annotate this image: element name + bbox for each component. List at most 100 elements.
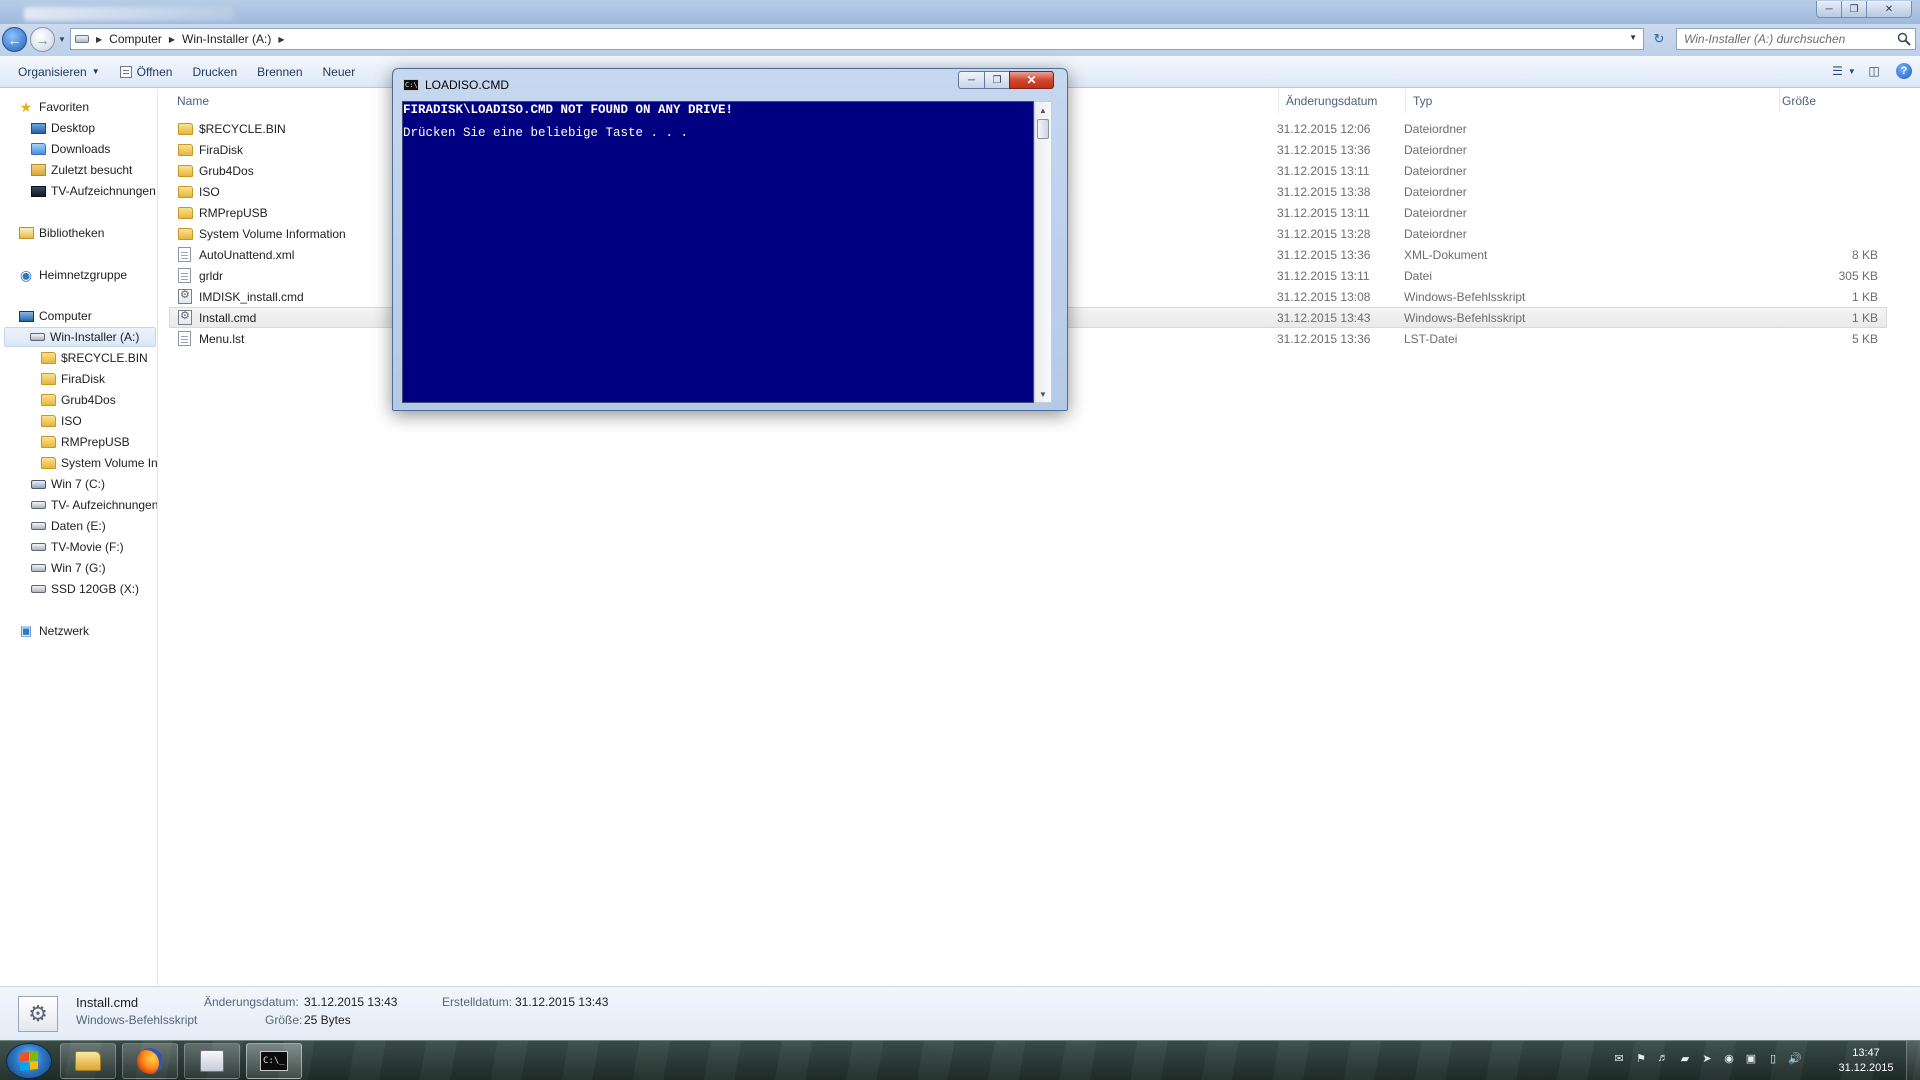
taskbar-cmd[interactable]: C:\_ bbox=[246, 1043, 302, 1079]
file-date: 31.12.2015 13:11 bbox=[1277, 206, 1370, 220]
nav-favorites[interactable]: ★ Favoriten bbox=[18, 97, 89, 117]
nav-drive-x[interactable]: SSD 120GB (X:) bbox=[30, 579, 139, 599]
column-divider[interactable] bbox=[1405, 89, 1406, 113]
new-folder-label: Neuer bbox=[322, 64, 356, 79]
file-type: XML-Dokument bbox=[1404, 248, 1488, 262]
back-button[interactable]: ← bbox=[2, 27, 27, 52]
nav-a-system-volume[interactable]: System Volume In bbox=[40, 453, 157, 473]
taskbar-explorer[interactable] bbox=[60, 1043, 116, 1079]
print-button[interactable]: Drucken bbox=[182, 65, 247, 79]
file-name: grldr bbox=[199, 269, 224, 283]
nav-label: Daten (E:) bbox=[51, 519, 106, 533]
start-button[interactable] bbox=[6, 1043, 52, 1079]
refresh-button[interactable]: ↻ bbox=[1648, 28, 1670, 50]
nav-label: SSD 120GB (X:) bbox=[51, 582, 140, 596]
volume-icon[interactable]: 🔊 bbox=[1788, 1051, 1802, 1065]
chevron-down-icon: ▼ bbox=[58, 35, 66, 44]
nav-homegroup[interactable]: ◉ Heimnetzgruppe bbox=[18, 265, 127, 285]
history-dropdown-button[interactable]: ▼ bbox=[58, 35, 66, 44]
nav-recent[interactable]: Zuletzt besucht bbox=[30, 160, 132, 180]
arrow-left-icon: ← bbox=[7, 31, 22, 48]
clock[interactable]: 13:47 31.12.2015 bbox=[1830, 1046, 1902, 1076]
search-input[interactable] bbox=[1677, 29, 1891, 49]
column-name[interactable]: Name bbox=[177, 94, 209, 108]
file-type: Dateiordner bbox=[1404, 122, 1467, 136]
taskbar-store[interactable] bbox=[184, 1043, 240, 1079]
nav-tv-recordings[interactable]: TV-Aufzeichnungen bbox=[30, 181, 156, 201]
search-box[interactable] bbox=[1676, 28, 1916, 50]
chevron-right-icon[interactable]: ▶ bbox=[96, 35, 102, 44]
nav-drive-f[interactable]: TV-Movie (F:) bbox=[30, 537, 124, 557]
action-center-icon[interactable]: ▯ bbox=[1766, 1051, 1780, 1065]
column-date[interactable]: Änderungsdatum bbox=[1286, 94, 1377, 108]
nav-downloads[interactable]: Downloads bbox=[30, 139, 110, 159]
nav-computer[interactable]: Computer bbox=[18, 306, 92, 326]
usb-icon[interactable]: ▰ bbox=[1678, 1051, 1692, 1065]
address-bar[interactable]: ▶ Computer ▶ Win-Installer (A:) ▶ ▼ bbox=[70, 28, 1644, 50]
console-close-button[interactable]: ✕ bbox=[1009, 71, 1054, 89]
open-button[interactable]: Öffnen bbox=[110, 65, 183, 79]
folder-icon bbox=[178, 228, 193, 240]
details-modified-value: 31.12.2015 13:43 bbox=[304, 995, 398, 1009]
preview-pane-button[interactable]: ◫ bbox=[1866, 63, 1882, 79]
organize-button[interactable]: Organisieren ▼ bbox=[8, 65, 110, 79]
column-divider[interactable] bbox=[1278, 89, 1279, 113]
file-type: Dateiordner bbox=[1404, 206, 1467, 220]
file-date: 31.12.2015 13:38 bbox=[1277, 185, 1371, 199]
scroll-up-icon[interactable]: ▲ bbox=[1035, 102, 1051, 118]
console-minimize-button[interactable]: ─ bbox=[958, 71, 985, 89]
nav-desktop[interactable]: Desktop bbox=[30, 118, 95, 138]
nav-a-rmprepusb[interactable]: RMPrepUSB bbox=[40, 432, 130, 452]
close-button[interactable]: ✕ bbox=[1866, 1, 1912, 18]
column-size[interactable]: Größe bbox=[1782, 94, 1816, 108]
folder-icon bbox=[40, 350, 56, 366]
console-window[interactable]: C:\ LOADISO.CMD ─ ❐ ✕ FIRADISK\LOADISO.C… bbox=[392, 68, 1068, 411]
nav-network[interactable]: ▣ Netzwerk bbox=[18, 621, 89, 641]
help-icon[interactable]: ? bbox=[1896, 63, 1912, 79]
chevron-right-icon[interactable]: ▶ bbox=[169, 35, 175, 44]
scroll-down-icon[interactable]: ▼ bbox=[1035, 386, 1051, 402]
chevron-down-icon: ▼ bbox=[1847, 66, 1856, 76]
console-maximize-button[interactable]: ❐ bbox=[984, 71, 1010, 89]
minimize-button[interactable]: ─ bbox=[1816, 1, 1842, 18]
burn-button[interactable]: Brennen bbox=[247, 65, 312, 79]
nav-a-firadisk[interactable]: FiraDisk bbox=[40, 369, 105, 389]
flag-icon[interactable]: ⚑ bbox=[1634, 1051, 1648, 1065]
chevron-right-icon[interactable]: ▶ bbox=[278, 35, 284, 44]
search-icon[interactable] bbox=[1897, 32, 1911, 46]
folder-icon bbox=[40, 434, 56, 450]
nav-a-iso[interactable]: ISO bbox=[40, 411, 82, 431]
console-output[interactable]: FIRADISK\LOADISO.CMD NOT FOUND ON ANY DR… bbox=[402, 101, 1034, 403]
scroll-thumb[interactable] bbox=[1037, 119, 1049, 139]
nav-drive-tv[interactable]: TV- Aufzeichnungen bbox=[30, 495, 157, 515]
nav-a-recycle-bin[interactable]: $RECYCLE.BIN bbox=[40, 348, 148, 368]
console-titlebar[interactable]: C:\ LOADISO.CMD ─ ❐ ✕ bbox=[393, 69, 1067, 99]
speaker-icon[interactable]: ♬ bbox=[1656, 1051, 1670, 1065]
forward-button[interactable]: → bbox=[30, 27, 55, 52]
folder-icon bbox=[178, 144, 193, 156]
view-list-icon: ☰ bbox=[1832, 64, 1843, 78]
column-divider[interactable] bbox=[1779, 89, 1780, 113]
nav-label: TV-Aufzeichnungen bbox=[51, 184, 156, 198]
arrow-icon[interactable]: ➤ bbox=[1700, 1051, 1714, 1065]
network-status-icon[interactable]: ◉ bbox=[1722, 1051, 1736, 1065]
mail-icon[interactable]: ✉ bbox=[1612, 1051, 1626, 1065]
breadcrumb-computer[interactable]: Computer bbox=[109, 32, 162, 46]
console-scrollbar[interactable]: ▲ ▼ bbox=[1034, 101, 1052, 403]
show-desktop-button[interactable] bbox=[1906, 1041, 1920, 1080]
view-options-button[interactable]: ☰ ▼ bbox=[1832, 63, 1856, 79]
column-type[interactable]: Typ bbox=[1413, 94, 1432, 108]
nav-drive-a[interactable]: Win-Installer (A:) bbox=[4, 327, 156, 347]
chevron-down-icon[interactable]: ▼ bbox=[1629, 33, 1637, 42]
taskbar-firefox[interactable] bbox=[122, 1043, 178, 1079]
display-icon[interactable]: ▣ bbox=[1744, 1051, 1758, 1065]
nav-a-grub4dos[interactable]: Grub4Dos bbox=[40, 390, 116, 410]
nav-drive-c[interactable]: Win 7 (C:) bbox=[30, 474, 105, 494]
nav-drive-g[interactable]: Win 7 (G:) bbox=[30, 558, 106, 578]
nav-libraries[interactable]: Bibliotheken bbox=[18, 223, 104, 243]
new-folder-button[interactable]: Neuer bbox=[313, 65, 366, 79]
maximize-button[interactable]: ❐ bbox=[1841, 1, 1867, 18]
nav-drive-e[interactable]: Daten (E:) bbox=[30, 516, 106, 536]
navigation-pane[interactable]: ★ Favoriten Desktop Downloads Zuletzt bes… bbox=[0, 89, 158, 986]
breadcrumb-drive[interactable]: Win-Installer (A:) bbox=[182, 32, 271, 46]
